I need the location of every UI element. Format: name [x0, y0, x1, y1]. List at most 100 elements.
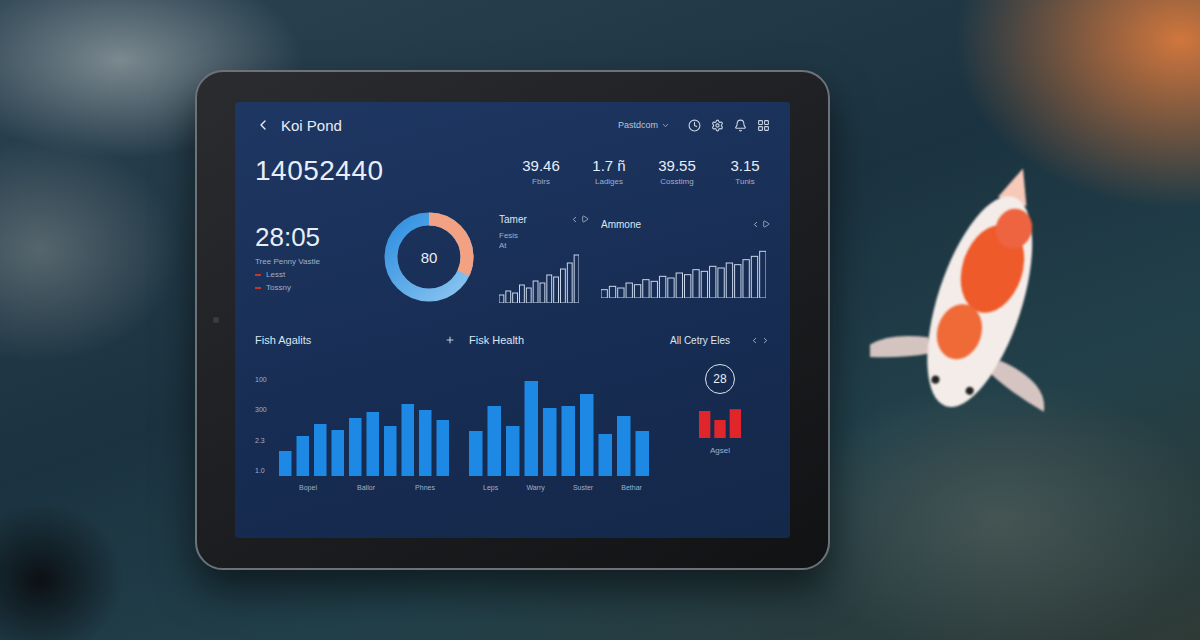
- play-icon[interactable]: [581, 215, 589, 223]
- chart-panel: Fisk HealthLepsWarrySusterBethar: [469, 332, 656, 526]
- chart-bar: [735, 265, 741, 298]
- chart-bar: [384, 426, 397, 476]
- chart-bar: [279, 451, 292, 476]
- axis-tick: 2.3: [255, 437, 273, 444]
- chart-bar: [506, 426, 520, 476]
- timer-label: Tree Penny Vastle: [255, 257, 365, 266]
- chart-bar: [547, 275, 552, 303]
- stat-value: 39.46: [522, 157, 560, 174]
- chart-bar: [730, 409, 741, 438]
- mini-bar-chart: [499, 253, 579, 303]
- chart-bar: [609, 286, 615, 298]
- chart-bar: [554, 277, 559, 303]
- header: Koi PondPastdcom: [255, 110, 770, 140]
- mini-chart-panel: TamerFesisAt: [499, 212, 589, 303]
- stat-label: Tunis: [735, 177, 754, 186]
- chart-bar: [701, 271, 707, 298]
- koi-figure: [870, 150, 1080, 450]
- chart-bar: [437, 420, 450, 476]
- total-count: 14052440: [255, 155, 384, 187]
- plus-icon[interactable]: [445, 335, 455, 345]
- chart-bar: [626, 283, 632, 298]
- chart-bar: [349, 418, 362, 476]
- stat-value: 3.15: [730, 157, 759, 174]
- chart-bar: [574, 255, 579, 303]
- play-icon[interactable]: [762, 220, 770, 228]
- summary-row: 14052440 39.46Fbirs 1.7 ñLadiges 39.55 Cosst…: [255, 146, 770, 196]
- chevron-left-icon[interactable]: [750, 336, 759, 345]
- stat: 39.55 Cosstimg: [652, 157, 702, 186]
- bar-chart: [279, 376, 449, 476]
- timer-value: 28:05: [255, 222, 365, 253]
- axis-label: Agsel: [710, 446, 730, 455]
- chart-bar: [693, 270, 699, 298]
- chart-bar: [651, 281, 657, 298]
- bell-icon[interactable]: [734, 119, 747, 132]
- axis-tick: 1.0: [255, 467, 273, 474]
- axis-label: Bopel: [299, 484, 317, 491]
- settings-icon[interactable]: [711, 119, 724, 132]
- middle-row: 28:05Tree Penny VastleLesstTossny80Tamer…: [255, 202, 770, 312]
- y-axis: 1003002.31.0: [255, 376, 273, 476]
- stat: 3.15 Tunis: [720, 157, 770, 186]
- chart-bar: [543, 408, 557, 476]
- panel-title: Tamer: [499, 214, 527, 225]
- bottom-row: Fish Agalits1003002.31.0BopelBallorPhnes…: [255, 318, 770, 526]
- chart-bar: [599, 434, 613, 476]
- chart-bar: [561, 269, 566, 303]
- chart-bar: [743, 260, 749, 298]
- chart-bar: [617, 416, 631, 476]
- chevron-right-icon[interactable]: [761, 336, 770, 345]
- legend-item: Lesst: [255, 270, 365, 279]
- donut-value: 80: [377, 205, 481, 309]
- chart-bar: [540, 283, 545, 303]
- chart-bar: [726, 263, 732, 298]
- alert-bar-chart: [699, 402, 741, 438]
- chevron-left-icon[interactable]: [751, 220, 760, 229]
- chart-bar: [714, 420, 725, 438]
- pond-photo: Koi PondPastdcom 14052440 39.46Fbirs 1.7 ñL…: [0, 0, 1200, 640]
- chart-bar: [636, 431, 650, 476]
- chart-bar: [634, 285, 640, 298]
- timer: 28:05 Tree Penny Vastle Lesst Tossny: [255, 222, 365, 292]
- chart-bar: [676, 273, 682, 298]
- panel-title: Ammone: [601, 219, 641, 230]
- chart-bar: [718, 268, 724, 298]
- stat-value: 39.55: [658, 157, 696, 174]
- tablet: Koi PondPastdcom 14052440 39.46Fbirs 1.7 ñL…: [195, 70, 830, 570]
- chart-bar: [618, 288, 624, 298]
- count-badge: 28: [705, 364, 735, 394]
- chart-bar: [314, 424, 327, 476]
- chart-bar: [520, 285, 525, 303]
- side-panel: All Cetry Eles 28 Agsel: [670, 332, 770, 526]
- chart-bar: [488, 406, 502, 476]
- chart-bar: [506, 291, 511, 303]
- legend-item: Tossny: [255, 283, 365, 292]
- account-select[interactable]: Pastdcom: [618, 120, 670, 130]
- clock-icon[interactable]: [688, 119, 701, 132]
- chevron-down-icon: [661, 121, 670, 130]
- back-icon[interactable]: [255, 117, 271, 133]
- grid-icon[interactable]: [757, 119, 770, 132]
- chart-bar: [526, 288, 531, 303]
- stat: 1.7 ñLadiges: [584, 157, 634, 186]
- chart-bar: [402, 404, 415, 476]
- chart-bar: [567, 263, 572, 303]
- chart-bar: [525, 381, 539, 476]
- chart-bar: [580, 394, 594, 476]
- chart-bar: [668, 278, 674, 298]
- chart-bar: [469, 431, 483, 476]
- stat: 39.46Fbirs: [516, 157, 566, 186]
- panel-title: Fisk Health: [469, 334, 524, 346]
- chart-bar: [332, 430, 345, 476]
- panel-title: Fish Agalits: [255, 334, 311, 346]
- camera-dot: [213, 317, 219, 323]
- axis-tick: 300: [255, 406, 273, 413]
- axis-label: Phnes: [415, 484, 435, 491]
- chart-bar: [685, 275, 691, 298]
- panel-title: All Cetry Eles: [670, 335, 730, 346]
- chart-bar: [367, 412, 380, 476]
- chart-bar: [751, 256, 757, 298]
- chevron-left-icon[interactable]: [570, 215, 579, 224]
- stat-label: Cosstimg: [660, 177, 693, 186]
